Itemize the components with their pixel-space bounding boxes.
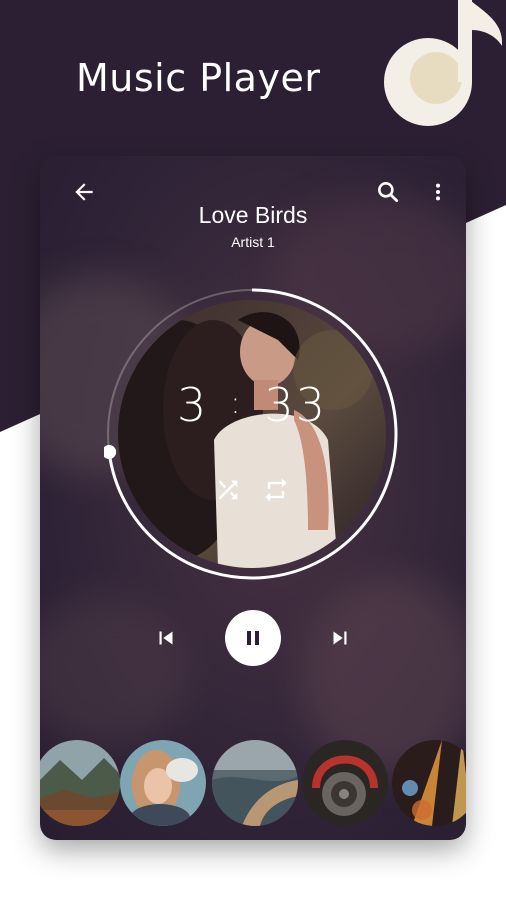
music-note-icon (384, 0, 503, 126)
previous-button[interactable] (148, 620, 184, 656)
phone-screen: Love Birds Artist 1 3: 33 (40, 156, 466, 840)
elapsed-time: 3:33 (104, 378, 400, 432)
now-playing-disc: 3:33 (104, 286, 400, 582)
time-separator: : (230, 386, 243, 421)
progress-ring[interactable] (104, 286, 400, 582)
skip-previous-icon (159, 631, 173, 645)
song-title: Love Birds (198, 202, 308, 228)
pause-icon (247, 631, 259, 645)
girl-feathers-album-thumbnail[interactable] (120, 740, 206, 826)
next-button[interactable] (322, 620, 358, 656)
shuffle-icon[interactable] (214, 476, 242, 504)
time-seconds: 33 (264, 378, 327, 432)
concert-lights-album-thumbnail[interactable] (392, 740, 466, 826)
headphones-album-thumbnail[interactable] (302, 740, 388, 826)
repeat-icon[interactable] (262, 476, 290, 504)
time-minutes: 3 (177, 378, 209, 432)
background-blur-shape (40, 596, 190, 746)
banner-title: Music Player (76, 56, 321, 100)
ocean-coast-album-thumbnail[interactable] (212, 740, 298, 826)
skip-next-icon (333, 631, 347, 645)
pause-button[interactable] (225, 610, 281, 666)
artist-name: Artist 1 (231, 234, 275, 250)
progress-knob[interactable] (104, 445, 117, 460)
mountains-album-thumbnail[interactable] (40, 740, 120, 826)
